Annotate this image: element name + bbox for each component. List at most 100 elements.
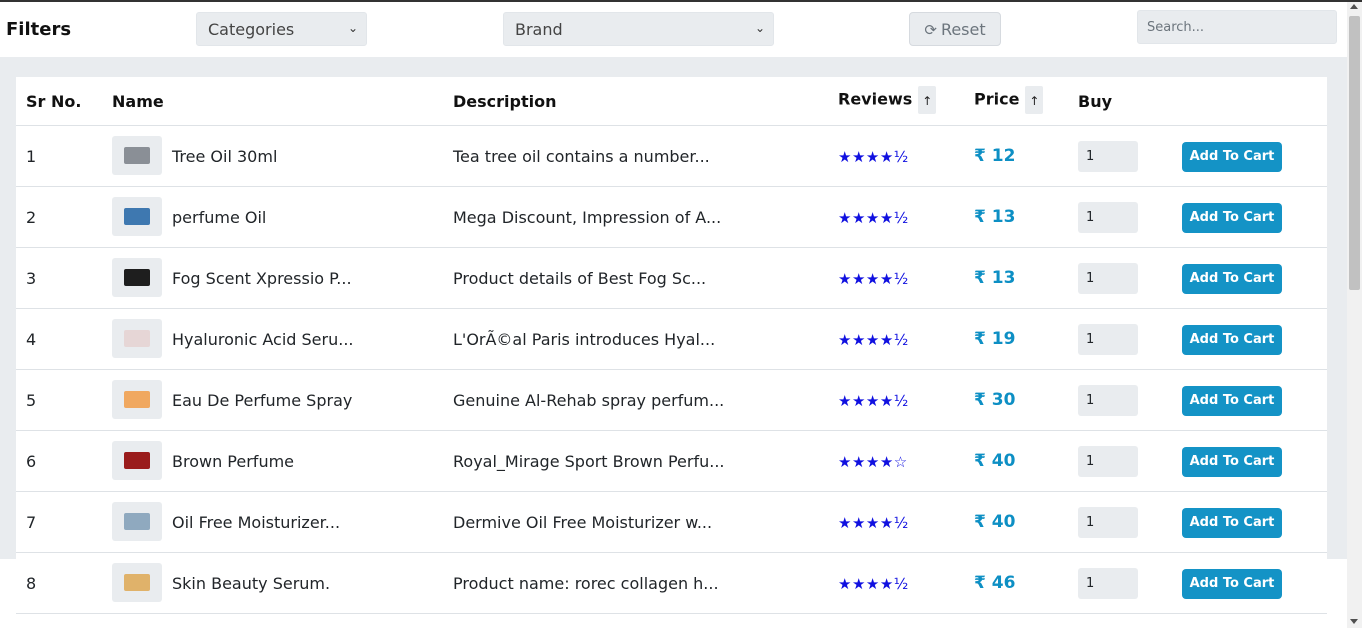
rating-stars: ★★★★½ [838, 209, 909, 227]
chevron-down-icon: ⌄ [347, 21, 358, 35]
quantity-input[interactable] [1078, 385, 1138, 416]
product-thumbnail [112, 197, 162, 236]
product-image [124, 147, 150, 164]
product-description: Mega Discount, Impression of A... [453, 208, 722, 227]
table-row: 6 Brown Perfume Royal_Mirage Sport Brown P… [16, 431, 1327, 492]
row-sr-no: 1 [26, 147, 37, 166]
rating-stars: ★★★★½ [838, 392, 909, 410]
sort-price-button[interactable]: ↑ [1025, 86, 1044, 114]
quantity-input[interactable] [1078, 263, 1138, 294]
row-sr-no: 4 [26, 330, 37, 349]
product-image [124, 269, 150, 286]
row-sr-no: 6 [26, 452, 37, 471]
product-thumbnail [112, 502, 162, 541]
product-description: Tea tree oil contains a number... [453, 147, 710, 166]
add-to-cart-button[interactable]: Add To Cart [1182, 569, 1282, 599]
product-thumbnail [112, 563, 162, 602]
rating-stars: ★★★★½ [838, 331, 909, 349]
product-thumbnail [112, 380, 162, 419]
row-sr-no: 5 [26, 391, 37, 410]
rating-stars: ★★★★½ [838, 575, 909, 593]
product-image [124, 208, 150, 225]
table-row: 3 Fog Scent Xpressio P... Product details … [16, 248, 1327, 309]
header-buy: Buy [1078, 92, 1113, 111]
chevron-down-icon: ⌄ [754, 21, 765, 35]
product-price: ₹ 30 [974, 390, 1016, 410]
filters-title: Filters [6, 19, 72, 40]
product-image [124, 513, 150, 530]
scrollbar-thumb[interactable] [1349, 16, 1360, 290]
quantity-input[interactable] [1078, 568, 1138, 599]
quantity-input[interactable] [1078, 202, 1138, 233]
product-name: Tree Oil 30ml [172, 147, 278, 166]
add-to-cart-button[interactable]: Add To Cart [1182, 386, 1282, 416]
quantity-input[interactable] [1078, 507, 1138, 538]
add-to-cart-button[interactable]: Add To Cart [1182, 447, 1282, 477]
product-price: ₹ 12 [974, 146, 1016, 166]
product-thumbnail [112, 319, 162, 358]
categories-select[interactable]: Categories ⌄ [196, 12, 367, 46]
product-description: L'OrÃ©al Paris introduces Hyal... [453, 330, 716, 349]
product-thumbnail [112, 441, 162, 480]
row-sr-no: 2 [26, 208, 37, 227]
table-row: 8 Skin Beauty Serum. Product name: rorec c… [16, 553, 1327, 614]
table-row: 7 Oil Free Moisturizer... Dermive Oil Free… [16, 492, 1327, 553]
reset-button[interactable]: ⟳ Reset [909, 12, 1001, 46]
search-input[interactable] [1137, 10, 1337, 44]
header-reviews-label: Reviews [838, 89, 913, 109]
add-to-cart-button[interactable]: Add To Cart [1182, 142, 1282, 172]
row-sr-no: 8 [26, 574, 37, 593]
brand-select[interactable]: Brand ⌄ [503, 12, 774, 46]
product-name: Hyaluronic Acid Seru... [172, 330, 354, 349]
product-name: Fog Scent Xpressio P... [172, 269, 352, 288]
product-thumbnail [112, 258, 162, 297]
product-image [124, 574, 150, 591]
quantity-input[interactable] [1078, 141, 1138, 172]
product-description: Product name: rorec collagen h... [453, 574, 719, 593]
product-price: ₹ 13 [974, 268, 1016, 288]
row-sr-no: 3 [26, 269, 37, 288]
products-table: Sr No. Name Description Reviews ↑ Price ↑ … [16, 77, 1327, 637]
table-row: 1 Tree Oil 30ml Tea tree oil contains a nu… [16, 126, 1327, 187]
product-name: Eau De Perfume Spray [172, 391, 353, 410]
add-to-cart-button[interactable]: Add To Cart [1182, 508, 1282, 538]
add-to-cart-button[interactable]: Add To Cart [1182, 264, 1282, 294]
product-price: ₹ 46 [974, 573, 1016, 593]
quantity-input[interactable] [1078, 324, 1138, 355]
rating-stars: ★★★★½ [838, 270, 909, 288]
product-price: ₹ 13 [974, 207, 1016, 227]
product-thumbnail [112, 136, 162, 175]
header-sr-no: Sr No. [26, 92, 82, 111]
header-description: Description [453, 92, 557, 111]
product-description: Dermive Oil Free Moisturizer w... [453, 513, 713, 532]
header-price: Price ↑ [974, 86, 1044, 114]
product-image [124, 391, 150, 408]
product-name: perfume Oil [172, 208, 267, 227]
scroll-up-arrow-icon[interactable] [1350, 4, 1358, 9]
add-to-cart-button[interactable]: Add To Cart [1182, 203, 1282, 233]
table-row: 2 perfume Oil Mega Discount, Impression of… [16, 187, 1327, 248]
refresh-icon: ⟳ [924, 21, 937, 39]
header-reviews: Reviews ↑ [838, 86, 937, 114]
product-image [124, 452, 150, 469]
rating-stars: ★★★★½ [838, 148, 909, 166]
product-description: Royal_Mirage Sport Brown Perfu... [453, 452, 725, 471]
scroll-down-arrow-icon[interactable] [1350, 619, 1358, 624]
add-to-cart-button[interactable]: Add To Cart [1182, 325, 1282, 355]
header-price-label: Price [974, 89, 1020, 109]
table-row: 5 Eau De Perfume Spray Genuine Al-Rehab sp… [16, 370, 1327, 431]
product-name: Brown Perfume [172, 452, 295, 471]
table-header: Sr No. Name Description Reviews ↑ Price ↑ … [16, 77, 1327, 126]
sort-reviews-button[interactable]: ↑ [918, 86, 937, 114]
brand-select-value: Brand [515, 20, 563, 39]
product-description: Product details of Best Fog Sc... [453, 269, 707, 288]
rating-stars: ★★★★☆ [838, 453, 908, 471]
product-price: ₹ 40 [974, 512, 1016, 532]
product-name: Skin Beauty Serum. [172, 574, 331, 593]
product-name: Oil Free Moisturizer... [172, 513, 341, 532]
quantity-input[interactable] [1078, 446, 1138, 477]
product-description: Genuine Al-Rehab spray perfum... [453, 391, 725, 410]
table-row: 4 Hyaluronic Acid Seru... L'OrÃ©al Paris i… [16, 309, 1327, 370]
rating-stars: ★★★★½ [838, 514, 909, 532]
header-name: Name [112, 92, 164, 111]
